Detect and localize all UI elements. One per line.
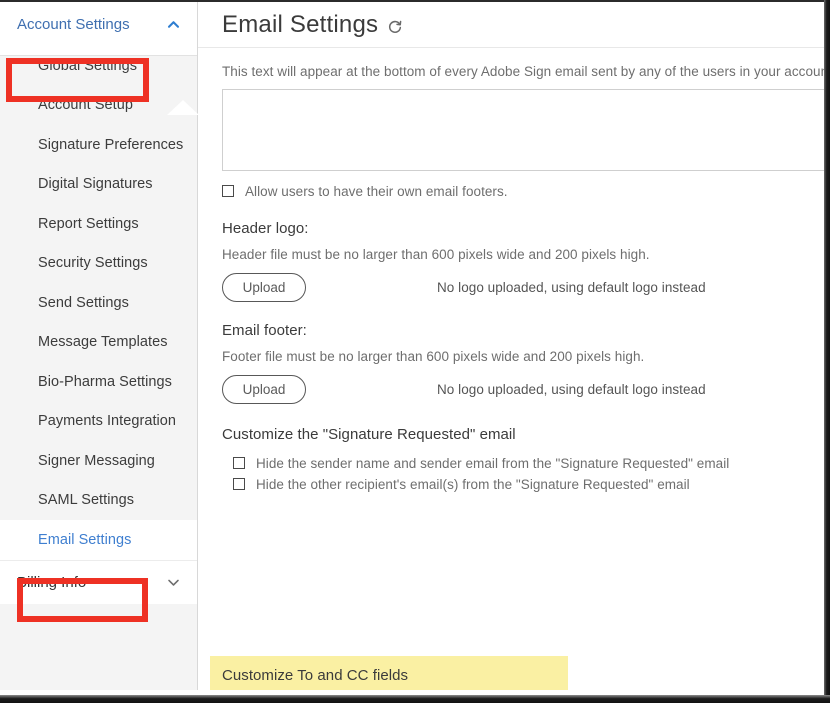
header-logo-status: No logo uploaded, using default logo ins… bbox=[437, 280, 706, 295]
signature-requested-title: Customize the "Signature Requested" emai… bbox=[222, 426, 516, 443]
email-footer-upload-button[interactable]: Upload bbox=[222, 375, 306, 404]
settings-sidebar: Search Account Settings Global Settings … bbox=[0, 2, 198, 690]
sidebar-item-payments-integration[interactable]: Payments Integration bbox=[0, 402, 197, 442]
sidebar-item-label: SAML Settings bbox=[38, 492, 135, 509]
email-footer-description: Footer file must be no larger than 600 p… bbox=[222, 349, 645, 364]
sidebar-group-label-billing-info: Billing Info bbox=[17, 573, 87, 591]
email-footer-intro: This text will appear at the bottom of e… bbox=[222, 64, 824, 79]
hide-sender-checkbox[interactable] bbox=[233, 457, 245, 469]
main-panel: Email Settings This text will appear at … bbox=[198, 2, 824, 690]
sidebar-item-label: Bio-Pharma Settings bbox=[38, 373, 172, 390]
email-footer-textarea[interactable] bbox=[222, 89, 824, 171]
chevron-down-icon bbox=[168, 579, 179, 586]
sidebar-item-label: Email Settings bbox=[38, 531, 132, 548]
allow-own-footers-row[interactable]: Allow users to have their own email foot… bbox=[222, 183, 824, 200]
sidebar-item-send-settings[interactable]: Send Settings bbox=[0, 283, 197, 323]
frame-bottom-border bbox=[0, 695, 830, 703]
email-footer-upload-row: Upload No logo uploaded, using default l… bbox=[222, 375, 824, 404]
sidebar-item-label: Send Settings bbox=[38, 294, 129, 311]
chevron-up-icon bbox=[167, 20, 180, 28]
hide-other-recipient-emails-row[interactable]: Hide the other recipient's email(s) from… bbox=[222, 476, 824, 493]
frame-top-border bbox=[0, 0, 830, 2]
signature-requested-section: Customize the "Signature Requested" emai… bbox=[222, 426, 824, 493]
header-logo-title: Header logo: bbox=[222, 220, 309, 237]
header-logo-upload-row: Upload No logo uploaded, using default l… bbox=[222, 273, 824, 302]
to-cc-fields-section: Customize To and CC fields Hide the othe… bbox=[210, 656, 568, 690]
hide-sender-label: Hide the sender name and sender email fr… bbox=[256, 456, 730, 471]
sidebar-item-signer-messaging[interactable]: Signer Messaging bbox=[0, 441, 197, 481]
sidebar-item-digital-signatures[interactable]: Digital Signatures bbox=[0, 165, 197, 205]
sidebar-group-account-settings[interactable]: Account Settings bbox=[0, 2, 197, 46]
sidebar-item-email-settings[interactable]: Email Settings bbox=[0, 520, 197, 560]
sidebar-item-report-settings[interactable]: Report Settings bbox=[0, 204, 197, 244]
allow-own-footers-checkbox[interactable] bbox=[222, 185, 234, 197]
frame-right-border bbox=[824, 0, 830, 703]
header-logo-description: Header file must be no larger than 600 p… bbox=[222, 247, 650, 262]
sidebar-item-bio-pharma-settings[interactable]: Bio-Pharma Settings bbox=[0, 362, 197, 402]
email-footer-title: Email footer: bbox=[222, 322, 307, 339]
sidebar-item-label: Security Settings bbox=[38, 255, 148, 272]
page-title: Email Settings bbox=[222, 10, 379, 38]
refresh-icon[interactable] bbox=[387, 19, 403, 35]
email-footer-status: No logo uploaded, using default logo ins… bbox=[437, 382, 706, 397]
sidebar-subitems-account-settings: Global Settings Account Setup Signature … bbox=[0, 46, 197, 560]
sidebar-item-label: Global Settings bbox=[38, 57, 138, 74]
allow-own-footers-label: Allow users to have their own email foot… bbox=[245, 184, 508, 199]
hide-other-recipient-emails-label: Hide the other recipient's email(s) from… bbox=[256, 477, 690, 492]
hide-other-recipient-emails-checkbox[interactable] bbox=[233, 478, 245, 490]
sidebar-item-saml-settings[interactable]: SAML Settings bbox=[0, 481, 197, 521]
sidebar-item-label: Payments Integration bbox=[38, 413, 177, 430]
screenshot-root: Search Account Settings Global Settings … bbox=[0, 0, 830, 703]
hide-sender-row[interactable]: Hide the sender name and sender email fr… bbox=[222, 455, 824, 472]
sidebar-item-label: Digital Signatures bbox=[38, 176, 153, 193]
sidebar-item-label: Account Setup bbox=[38, 97, 133, 114]
header-logo-upload-button[interactable]: Upload bbox=[222, 273, 306, 302]
settings-form: This text will appear at the bottom of e… bbox=[198, 48, 824, 690]
sidebar-item-message-templates[interactable]: Message Templates bbox=[0, 323, 197, 363]
sidebar-item-label: Signature Preferences bbox=[38, 136, 184, 153]
sidebar-item-label: Report Settings bbox=[38, 215, 139, 232]
sidebar-group-billing-info[interactable]: Billing Info bbox=[0, 559, 197, 604]
sidebar-item-account-setup[interactable]: Account Setup bbox=[0, 86, 197, 126]
sidebar-item-label: Signer Messaging bbox=[38, 452, 155, 469]
sidebar-item-signature-preferences[interactable]: Signature Preferences bbox=[0, 125, 197, 165]
sidebar-item-security-settings[interactable]: Security Settings bbox=[0, 244, 197, 284]
to-cc-fields-title: Customize To and CC fields bbox=[222, 667, 409, 684]
sidebar-group-label-account-settings: Account Settings bbox=[17, 15, 130, 33]
sidebar-item-label: Message Templates bbox=[38, 334, 168, 351]
page-header: Email Settings bbox=[198, 2, 824, 48]
